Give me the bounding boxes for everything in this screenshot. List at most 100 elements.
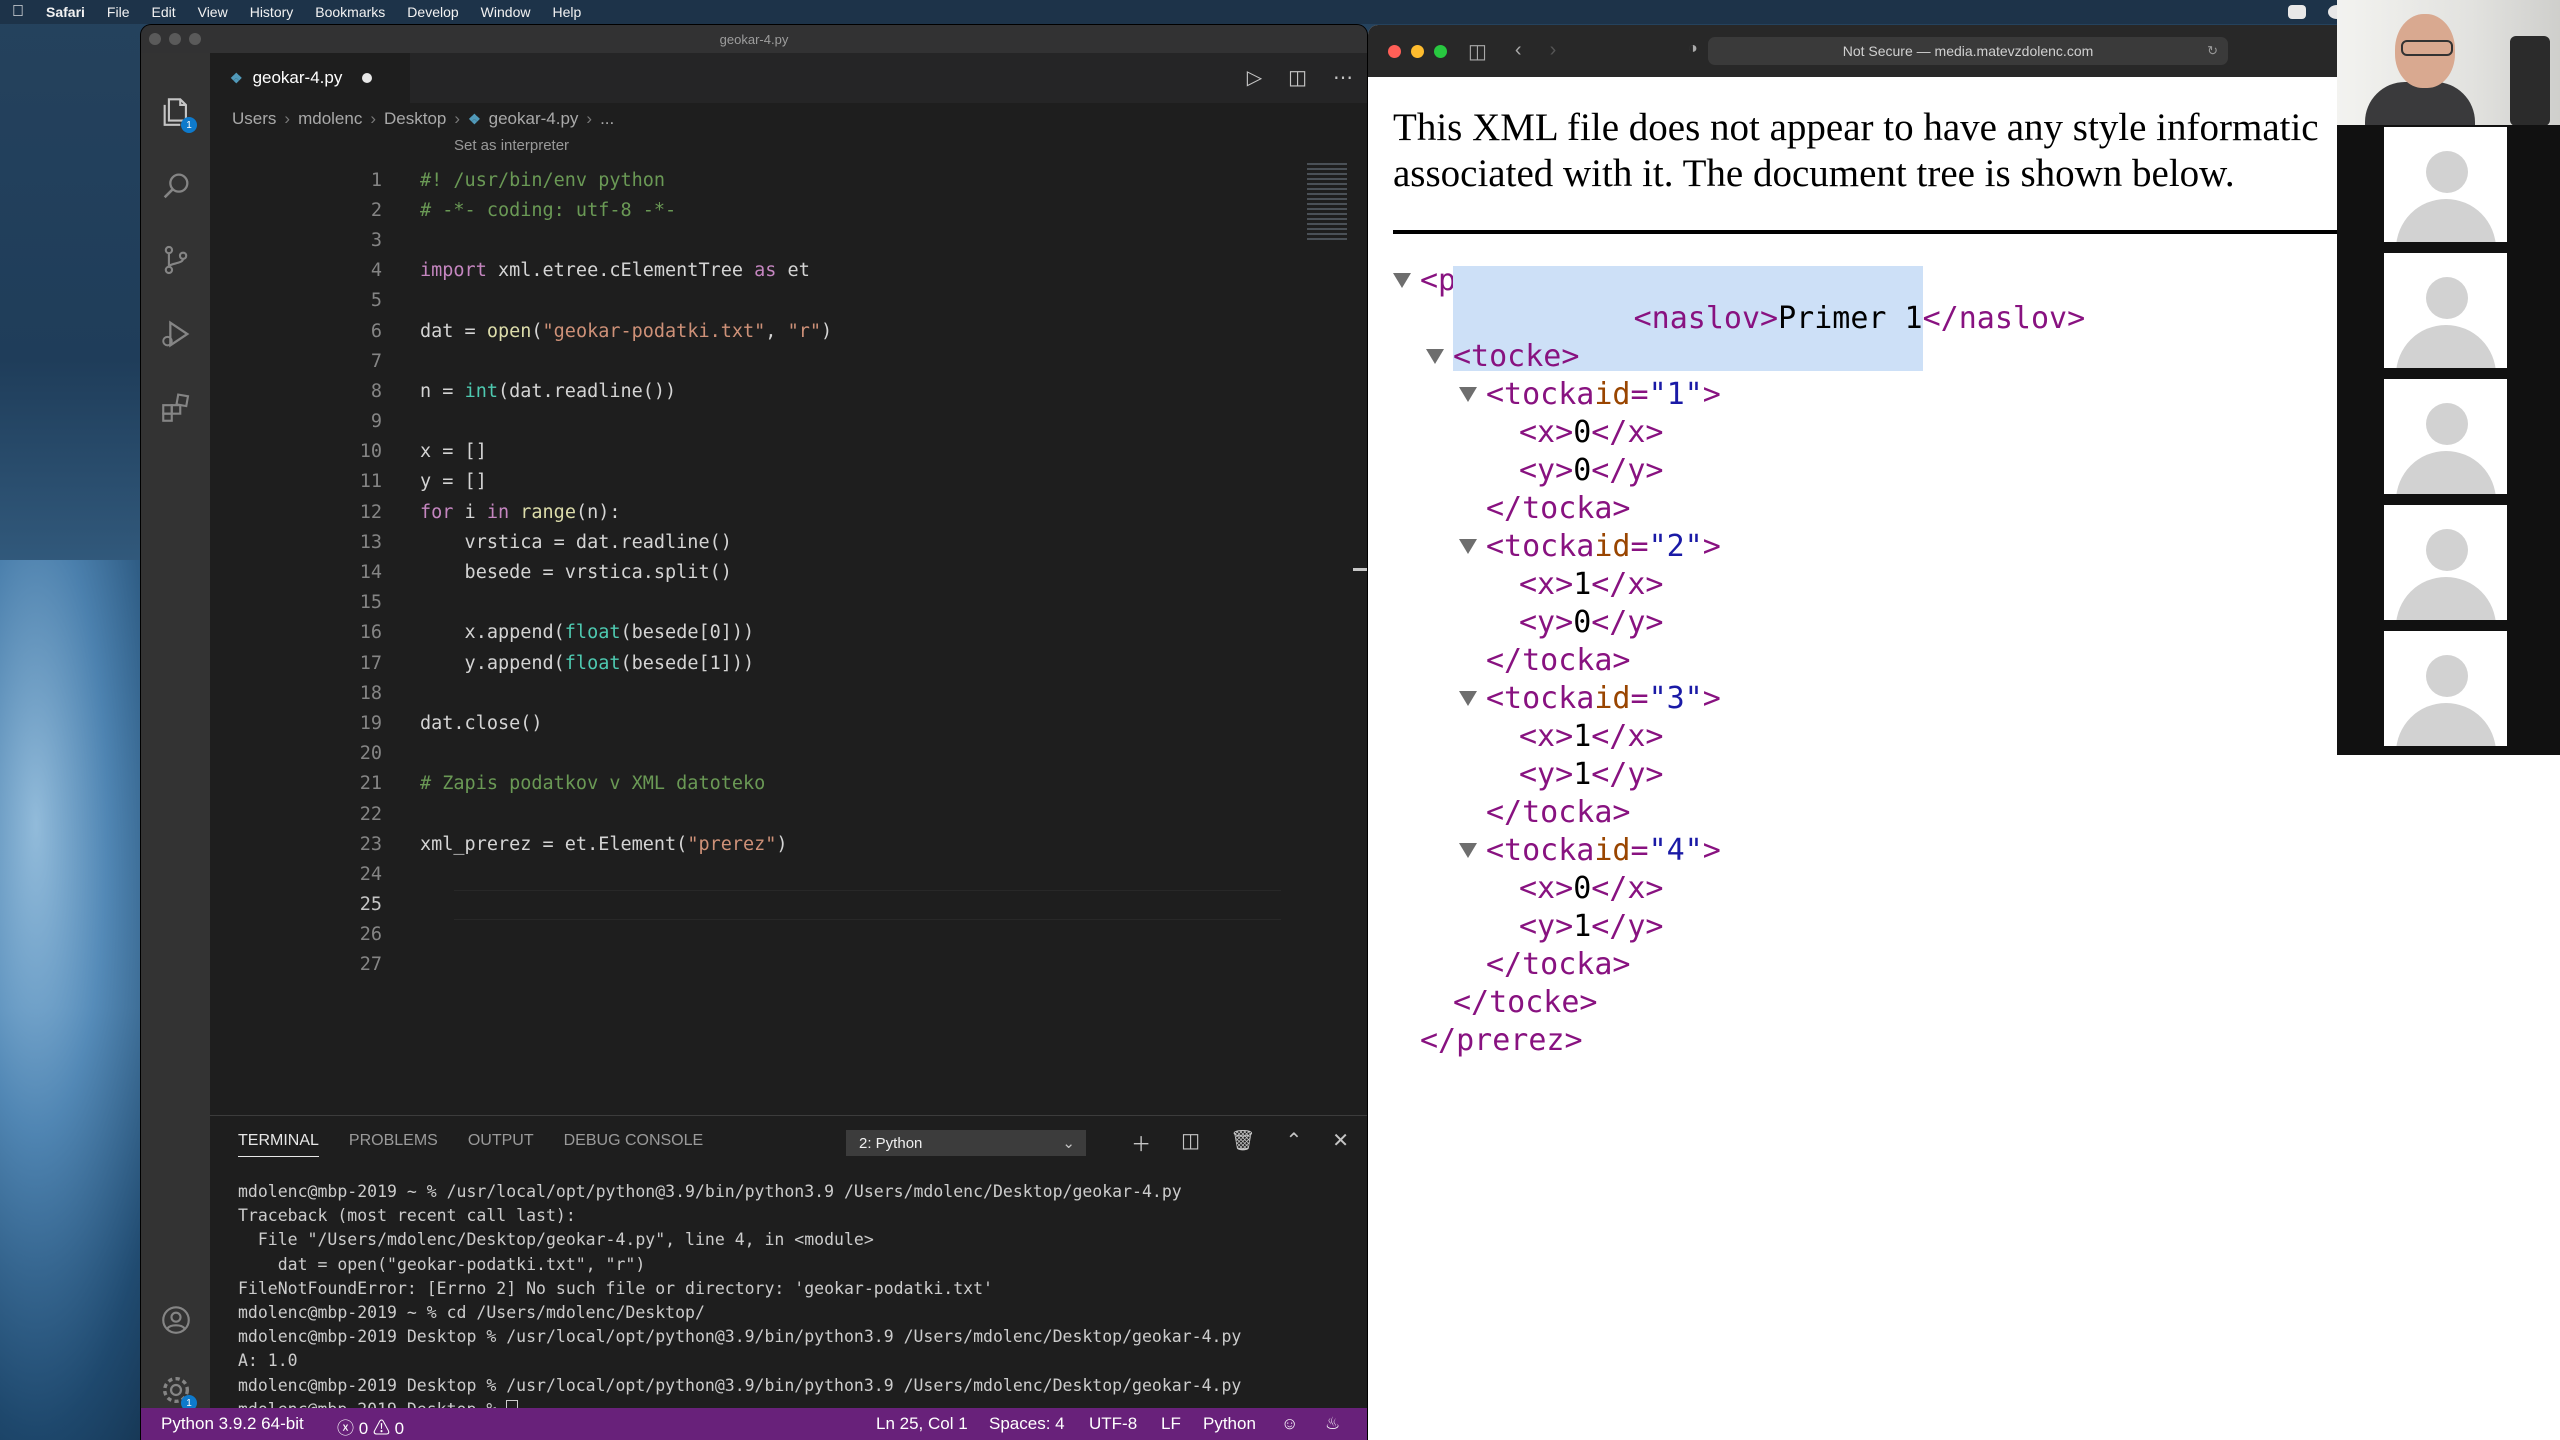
code-line[interactable]: 14 besede = vrstica.split() [210,557,1367,587]
code-line[interactable]: 25 [210,889,1367,920]
apple-icon[interactable]:  [12,3,24,21]
maximize-panel-icon[interactable]: ⌃ [1285,1128,1302,1157]
close-panel-icon[interactable]: ✕ [1332,1128,1349,1157]
participant-avatar-icon[interactable] [2384,379,2507,494]
status-interpreter[interactable]: Python 3.9.2 64-bit [161,1414,304,1434]
breadcrumb-mdolenc[interactable]: mdolenc [298,109,362,129]
run-debug-icon[interactable] [159,317,193,351]
code-line[interactable]: 24 [210,859,1367,889]
reload-icon[interactable]: ↻ [2207,43,2218,59]
code-line[interactable]: 2 # -*- coding: utf-8 -*- [210,195,1367,225]
safari-close-button[interactable] [1388,45,1401,58]
code-line[interactable]: 12 for i in range(n): [210,497,1367,527]
menu-file[interactable]: File [107,4,130,20]
code-line[interactable]: 9 [210,407,1367,437]
source-control-icon[interactable] [159,243,193,277]
breadcrumb-file[interactable]: geokar-4.py [489,109,579,129]
terminal-output[interactable]: mdolenc@mbp-2019 ~ % /usr/local/opt/pyth… [238,1182,1367,1424]
code-line[interactable]: 11 y = [] [210,467,1367,497]
collapse-triangle-icon[interactable] [1459,843,1477,858]
codelens-set-interpreter[interactable]: Set as interpreter [454,137,569,154]
collapse-triangle-icon[interactable] [1459,691,1477,706]
breadcrumb-desktop[interactable]: Desktop [384,109,446,129]
code-line[interactable]: 7 [210,346,1367,376]
code-line[interactable]: 21 # Zapis podatkov v XML datoteko [210,769,1367,799]
code-line[interactable]: 27 [210,950,1367,980]
code-line[interactable]: 22 [210,799,1367,829]
menu-history[interactable]: History [250,4,294,20]
close-window-button[interactable] [149,33,161,45]
extensions-icon[interactable] [159,391,193,425]
minimap[interactable] [1307,163,1347,243]
code-line[interactable]: 6 dat = open("geokar-podatki.txt", "r") [210,316,1367,346]
explorer-icon[interactable]: 1 [159,95,197,133]
privacy-shield-icon[interactable]: ◑ [1688,40,1698,58]
tab-terminal[interactable]: TERMINAL [238,1132,319,1157]
participant-avatar-icon[interactable] [2384,253,2507,368]
participant-avatar-icon[interactable] [2384,127,2507,242]
tab-debug-console[interactable]: DEBUG CONSOLE [564,1132,704,1150]
collapse-triangle-icon[interactable] [1426,349,1444,364]
notifications-bell-icon[interactable]: ♨ [1325,1414,1340,1434]
collapse-triangle-icon[interactable] [1393,273,1411,288]
menu-bookmarks[interactable]: Bookmarks [315,4,385,20]
status-eol[interactable]: LF [1161,1414,1181,1434]
code-editor[interactable]: 1 #! /usr/bin/env python 2 # -*- coding: ut… [210,165,1367,980]
code-line[interactable]: 18 [210,678,1367,708]
mail-icon[interactable] [2288,5,2306,19]
minimize-window-button[interactable] [169,33,181,45]
code-line[interactable]: 19 dat.close() [210,708,1367,738]
status-language[interactable]: Python [1203,1414,1256,1434]
participant-avatar-icon[interactable] [2384,505,2507,620]
menu-view[interactable]: View [198,4,228,20]
code-line[interactable]: 16 x.append(float(besede[0])) [210,618,1367,648]
feedback-icon[interactable]: ☺ [1281,1414,1298,1434]
menu-window[interactable]: Window [481,4,531,20]
code-line[interactable]: 26 [210,920,1367,950]
code-line[interactable]: 4 import xml.etree.cElementTree as et [210,256,1367,286]
back-arrow-icon[interactable]: ‹ [1515,39,1522,64]
code-line[interactable]: 1 #! /usr/bin/env python [210,165,1367,195]
safari-minimize-button[interactable] [1411,45,1424,58]
code-line[interactable]: 20 [210,739,1367,769]
code-line[interactable]: 5 [210,286,1367,316]
code-line[interactable]: 15 [210,588,1367,618]
run-file-icon[interactable]: ▷ [1247,65,1262,90]
status-position[interactable]: Ln 25, Col 1 [876,1414,968,1434]
breadcrumb-users[interactable]: Users [232,109,276,129]
code-line[interactable]: 17 y.append(float(besede[1])) [210,648,1367,678]
tab-geokar-4[interactable]: ❖ geokar-4.py [210,53,410,103]
account-icon[interactable] [159,1303,193,1337]
status-encoding[interactable]: UTF-8 [1089,1414,1137,1434]
zoom-window-button[interactable] [189,33,201,45]
collapse-triangle-icon[interactable] [1459,387,1477,402]
forward-arrow-icon[interactable]: › [1550,39,1557,64]
tab-output[interactable]: OUTPUT [468,1132,534,1150]
more-actions-icon[interactable]: ⋯ [1333,65,1353,90]
status-problems[interactable]: ⓧ 0 ⚠ 0 [337,1414,404,1439]
sidebar-toggle-icon[interactable]: ◫ [1468,39,1487,64]
code-line[interactable]: 3 [210,225,1367,255]
code-line[interactable]: 10 x = [] [210,437,1367,467]
settings-gear-icon[interactable]: 1 [159,1373,197,1411]
unsaved-dot-icon[interactable] [362,73,373,83]
terminal-select[interactable]: 2: Python ⌄ [846,1130,1086,1156]
split-editor-icon[interactable]: ◫ [1288,65,1307,90]
safari-zoom-button[interactable] [1434,45,1447,58]
code-line[interactable]: 13 vrstica = dat.readline() [210,527,1367,557]
code-line[interactable]: 23 xml_prerez = et.Element("prerez") [210,829,1367,859]
menu-edit[interactable]: Edit [151,4,175,20]
trash-icon[interactable]: 🗑 [1230,1128,1255,1157]
participant-avatar-icon[interactable] [2384,631,2507,746]
menu-help[interactable]: Help [552,4,581,20]
code-line[interactable]: 8 n = int(dat.readline()) [210,376,1367,406]
menu-app-name[interactable]: Safari [46,4,85,20]
split-terminal-icon[interactable]: ◫ [1181,1128,1200,1157]
new-terminal-icon[interactable]: ＋ [1131,1128,1151,1157]
menu-develop[interactable]: Develop [407,4,458,20]
collapse-triangle-icon[interactable] [1459,539,1477,554]
breadcrumb-more[interactable]: ... [600,109,614,129]
status-spaces[interactable]: Spaces: 4 [989,1414,1065,1434]
search-icon[interactable] [159,169,193,203]
address-bar[interactable]: Not Secure — media.matevzdolenc.com ↻ [1708,37,2228,65]
